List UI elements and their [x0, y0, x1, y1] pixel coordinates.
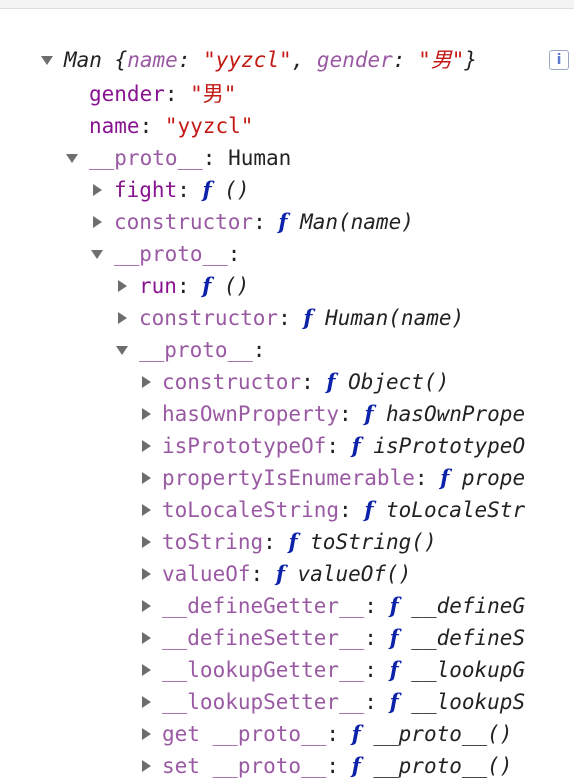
- expand-triangle-icon[interactable]: [40, 44, 54, 76]
- collapse-triangle-icon[interactable]: [139, 398, 153, 430]
- collapse-triangle-icon[interactable]: [139, 526, 153, 558]
- collapse-triangle-icon[interactable]: [139, 590, 153, 622]
- collapse-triangle-icon[interactable]: [139, 686, 153, 718]
- expand-triangle-icon[interactable]: [65, 142, 79, 174]
- expand-triangle-icon[interactable]: [115, 334, 129, 366]
- collapse-triangle-icon[interactable]: [139, 430, 153, 462]
- collapse-triangle-icon[interactable]: [139, 622, 153, 654]
- expand-triangle-icon[interactable]: [90, 238, 104, 270]
- collapse-triangle-icon[interactable]: [139, 462, 153, 494]
- object-preview: Man {name: "yyzcl", gender: "男"}: [64, 48, 478, 72]
- info-icon[interactable]: i: [549, 50, 569, 70]
- collapse-triangle-icon[interactable]: [139, 654, 153, 686]
- collapse-triangle-icon[interactable]: [115, 302, 129, 334]
- collapse-triangle-icon[interactable]: [139, 718, 153, 750]
- collapse-triangle-icon[interactable]: [139, 494, 153, 526]
- console-toolbar-edge: [0, 0, 574, 9]
- collapse-triangle-icon[interactable]: [139, 366, 153, 398]
- collapse-triangle-icon[interactable]: [90, 206, 104, 238]
- collapse-triangle-icon[interactable]: [90, 174, 104, 206]
- collapse-triangle-icon[interactable]: [139, 558, 153, 590]
- object-summary-row[interactable]: Man {name: "yyzcl", gender: "男"} i: [0, 44, 574, 76]
- collapse-triangle-icon[interactable]: [139, 750, 153, 782]
- collapse-triangle-icon[interactable]: [115, 270, 129, 302]
